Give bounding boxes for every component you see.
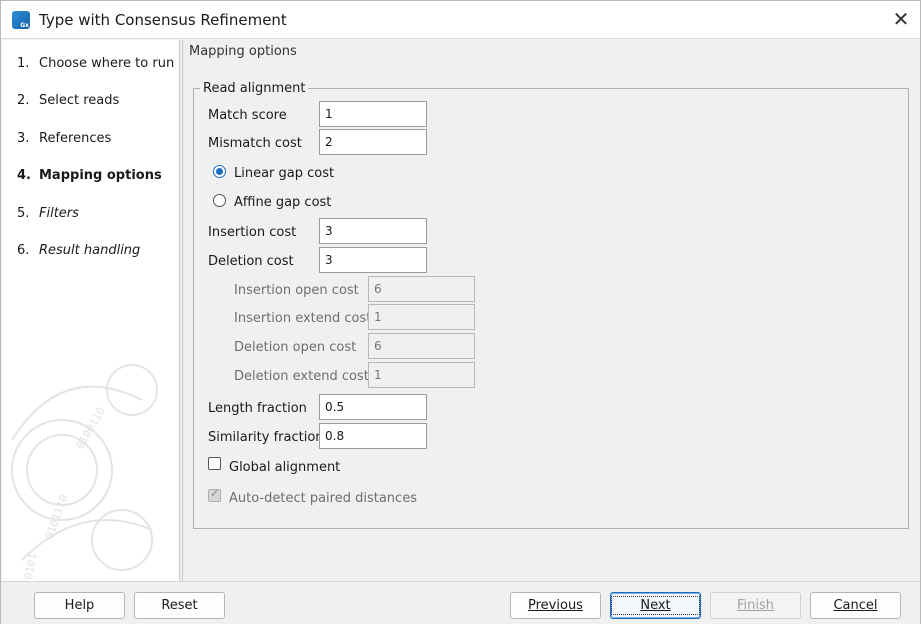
affine-gap-label: Affine gap cost (234, 195, 332, 210)
decorative-watermark-icon: 0100110 0101110 0101 (11, 364, 158, 581)
insertion-extend-cost-label: Insertion extend cost (234, 311, 372, 326)
window-title: Type with Consensus Refinement (39, 11, 287, 29)
help-button[interactable]: Help (34, 592, 125, 619)
cancel-button-label: Cancel (833, 598, 878, 613)
auto-detect-label: Auto-detect paired distances (229, 491, 417, 506)
deletion-extend-cost-label: Deletion extend cost (234, 369, 369, 384)
step-number: 6. (17, 243, 30, 258)
insertion-cost-label: Insertion cost (208, 225, 297, 240)
insertion-open-cost-label: Insertion open cost (234, 283, 359, 298)
step-filters: 5. Filters (17, 206, 79, 221)
step-number: 4. (17, 168, 31, 183)
svg-text:0100110: 0100110 (73, 405, 107, 452)
previous-button-label: Previous (528, 598, 583, 613)
step-label: Choose where to run (39, 56, 175, 71)
match-score-label: Match score (208, 108, 287, 123)
title-bar: Type with Consensus Refinement ✕ (1, 1, 920, 39)
similarity-fraction-label: Similarity fraction (208, 430, 324, 445)
match-score-input[interactable]: 1 (319, 101, 427, 127)
auto-detect-checkbox (208, 487, 221, 502)
step-number: 1. (17, 56, 30, 71)
step-mapping-options: 4. Mapping options (17, 168, 162, 183)
step-label: References (39, 131, 112, 146)
mismatch-cost-label: Mismatch cost (208, 136, 302, 151)
section-title: Mapping options (189, 44, 297, 59)
linear-gap-radio[interactable] (213, 165, 226, 178)
global-alignment-label: Global alignment (229, 460, 341, 475)
read-alignment-group: Read alignment Match score 1 Mismatch co… (193, 81, 909, 529)
step-choose-where-to-run: 1. Choose where to run (17, 56, 174, 71)
previous-button[interactable]: Previous (510, 592, 601, 619)
content-panel: Mapping options Read alignment Match sco… (183, 40, 920, 581)
finish-button: Finish (710, 592, 801, 619)
step-number: 3. (17, 131, 30, 146)
similarity-fraction-input[interactable]: 0.8 (319, 423, 427, 449)
app-logo-icon (12, 11, 30, 29)
step-references: 3. References (17, 131, 111, 146)
button-bar: Help Reset Previous Next Finish Cancel (1, 581, 920, 624)
cancel-button[interactable]: Cancel (810, 592, 901, 619)
step-select-reads: 2. Select reads (17, 93, 119, 108)
step-number: 5. (17, 206, 30, 221)
length-fraction-input[interactable]: 0.5 (319, 394, 427, 420)
length-fraction-label: Length fraction (208, 401, 307, 416)
step-number: 2. (17, 93, 30, 108)
insertion-open-cost-input: 6 (368, 276, 475, 302)
deletion-open-cost-label: Deletion open cost (234, 340, 357, 355)
reset-button[interactable]: Reset (134, 592, 225, 619)
close-icon[interactable]: ✕ (888, 7, 914, 33)
global-alignment-checkbox[interactable] (208, 457, 221, 470)
next-button-label: Next (640, 598, 671, 613)
deletion-open-cost-input: 6 (368, 333, 475, 359)
insertion-extend-cost-input: 1 (368, 304, 475, 330)
step-label: Result handling (39, 243, 141, 258)
wizard-steps-panel: 1. Choose where to run 2. Select reads 3. R… (2, 40, 180, 581)
deletion-cost-input[interactable]: 3 (319, 247, 427, 273)
group-legend: Read alignment (200, 81, 309, 96)
finish-button-label: Finish (736, 598, 774, 613)
affine-gap-radio[interactable] (213, 194, 226, 207)
step-result-handling: 6. Result handling (17, 243, 140, 258)
linear-gap-label: Linear gap cost (234, 166, 335, 181)
next-button[interactable]: Next (610, 592, 701, 619)
dialog-window: Type with Consensus Refinement ✕ 1. Choos… (0, 0, 921, 624)
step-label: Mapping options (39, 168, 162, 183)
step-label: Filters (39, 206, 79, 221)
deletion-cost-label: Deletion cost (208, 254, 294, 269)
mismatch-cost-input[interactable]: 2 (319, 129, 427, 155)
deletion-extend-cost-input: 1 (368, 362, 475, 388)
insertion-cost-input[interactable]: 3 (319, 218, 427, 244)
step-label: Select reads (39, 93, 120, 108)
